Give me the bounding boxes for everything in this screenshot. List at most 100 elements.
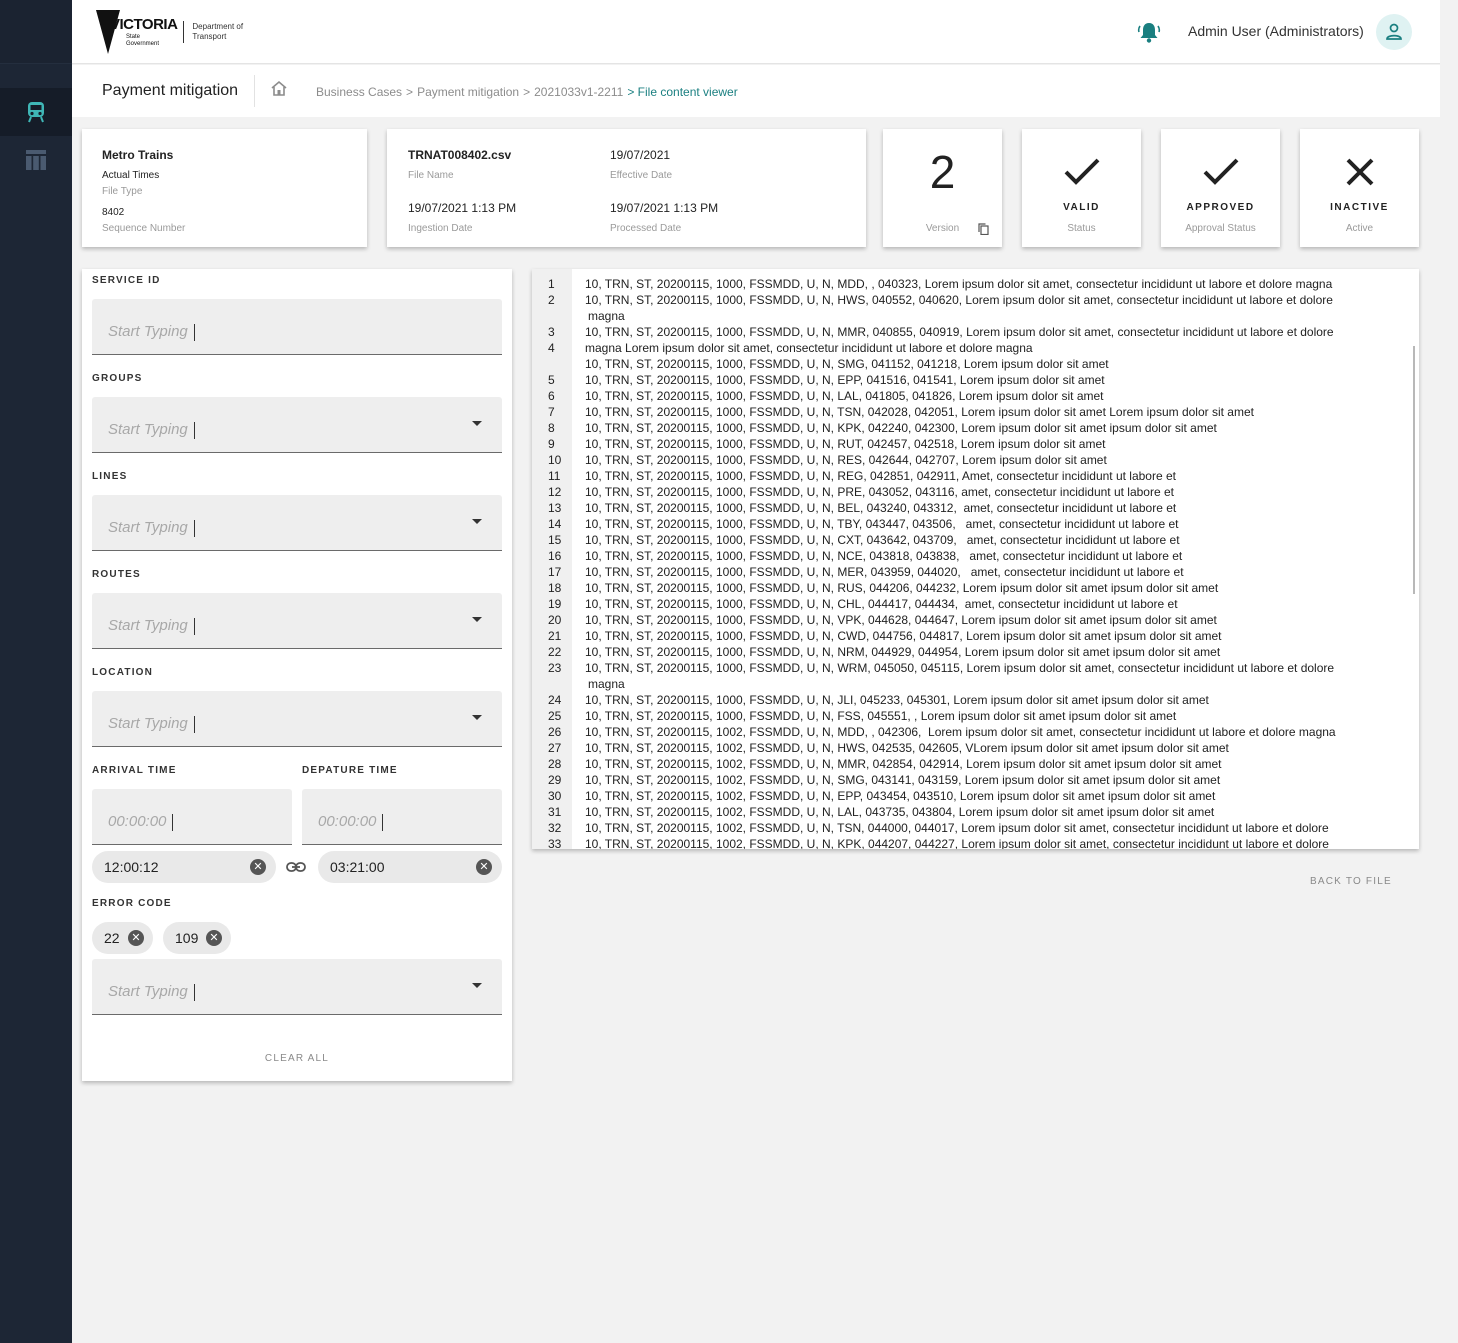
file-line: 7 10, TRN, ST, 20200115, 1000, FSSMDD, U,…	[532, 404, 1412, 420]
close-icon[interactable]: ✕	[250, 859, 266, 875]
back-to-file-button[interactable]: BACK TO FILE	[1310, 876, 1392, 887]
line-number: 16	[548, 549, 562, 563]
line-number	[532, 356, 572, 372]
line-number: 7	[548, 405, 555, 419]
line-number: 33	[548, 837, 562, 849]
line-number: 8	[548, 421, 555, 435]
error-code-select[interactable]: Start Typing	[92, 959, 502, 1015]
arrival-time-chip[interactable]: 12:00:12 ✕	[92, 851, 276, 883]
file-line: 17 10, TRN, ST, 20200115, 1000, FSSMDD, U…	[532, 564, 1412, 580]
arrival-time-label: ARRIVAL TIME	[92, 765, 177, 776]
clear-all-button[interactable]: CLEAR ALL	[82, 1053, 512, 1064]
line-number: 5	[548, 373, 555, 387]
breadcrumb: Business Cases > Payment mitigation > 20…	[316, 85, 738, 99]
check-icon	[1161, 157, 1280, 187]
effective-date-label: Effective Date	[610, 170, 673, 181]
file-type-value: Actual Times	[102, 170, 160, 181]
line-text: 10, TRN, ST, 20200115, 1000, FSSMDD, U, …	[585, 437, 1106, 451]
line-text: magna Lorem ipsum dolor sit amet, consec…	[585, 341, 1033, 355]
departure-time-placeholder: 00:00:00	[318, 813, 384, 831]
arrival-time-input[interactable]: 00:00:00	[92, 789, 292, 845]
file-line: 30 10, TRN, ST, 20200115, 1002, FSSMDD, U…	[532, 788, 1412, 804]
close-icon[interactable]: ✕	[128, 930, 144, 946]
approval-status-card: APPROVED Approval Status	[1161, 129, 1280, 247]
chevron-down-icon[interactable]	[472, 519, 482, 524]
line-text: 10, TRN, ST, 20200115, 1002, FSSMDD, U, …	[585, 741, 1229, 755]
file-line: 31 10, TRN, ST, 20200115, 1002, FSSMDD, U…	[532, 804, 1412, 820]
error-code-chip[interactable]: 22 ✕	[92, 922, 153, 954]
line-number: 21	[548, 629, 562, 643]
line-number: 31	[548, 805, 562, 819]
line-text: 10, TRN, ST, 20200115, 1000, FSSMDD, U, …	[585, 709, 1177, 723]
chevron-down-icon[interactable]	[472, 421, 482, 426]
logo-divider	[183, 21, 185, 43]
error-code-label: ERROR CODE	[92, 898, 172, 909]
table-icon	[26, 150, 46, 170]
departure-time-input[interactable]: 00:00:00	[302, 789, 502, 845]
line-text: 10, TRN, ST, 20200115, 1002, FSSMDD, U, …	[585, 805, 1215, 819]
active-card: INACTIVE Active	[1300, 129, 1419, 247]
close-icon[interactable]: ✕	[476, 859, 492, 875]
victoria-logo[interactable]: VICTORIA State Government Department of …	[96, 10, 244, 54]
file-content-viewer[interactable]: 1 10, TRN, ST, 20200115, 1000, FSSMDD, U,…	[532, 269, 1419, 849]
line-number: 14	[548, 517, 562, 531]
file-line: 10, TRN, ST, 20200115, 1000, FSSMDD, U, …	[532, 356, 1412, 372]
chevron-down-icon[interactable]	[472, 715, 482, 720]
line-number: 24	[548, 693, 562, 707]
line-text: 10, TRN, ST, 20200115, 1000, FSSMDD, U, …	[585, 453, 1107, 467]
status-card: VALID Status	[1022, 129, 1141, 247]
breadcrumb-payment-mitigation[interactable]: Payment mitigation	[417, 85, 519, 99]
routes-select[interactable]: Start Typing	[92, 593, 502, 649]
chevron-down-icon[interactable]	[472, 983, 482, 988]
groups-placeholder: Start Typing	[108, 421, 195, 439]
link-icon[interactable]	[286, 859, 306, 880]
error-code-chip-value: 109	[175, 930, 199, 946]
notification-bell-icon[interactable]	[1136, 20, 1162, 49]
copy-icon[interactable]	[978, 223, 989, 235]
avatar[interactable]	[1376, 14, 1412, 50]
line-text: 10, TRN, ST, 20200115, 1000, FSSMDD, U, …	[585, 597, 1178, 611]
departure-time-chip[interactable]: 03:21:00 ✕	[318, 851, 502, 883]
breadcrumb-separator: >	[406, 85, 414, 99]
sidebar-item-table[interactable]	[0, 136, 72, 184]
routes-label: ROUTES	[92, 569, 141, 580]
service-id-input[interactable]: Start Typing	[92, 299, 502, 355]
line-number: 3	[548, 325, 555, 339]
location-select[interactable]: Start Typing	[92, 691, 502, 747]
line-number: 1	[548, 277, 555, 291]
line-number: 12	[548, 485, 562, 499]
operator-card: Metro Trains Actual Times File Type 8402…	[82, 129, 367, 247]
sidebar-item-trains[interactable]	[0, 88, 72, 136]
processed-date-value: 19/07/2021 1:13 PM	[610, 201, 719, 215]
error-code-chip[interactable]: 109 ✕	[163, 922, 231, 954]
line-number: 4	[548, 341, 555, 355]
breadcrumb-case-id[interactable]: 2021033v1-2211	[534, 85, 623, 99]
line-text: 10, TRN, ST, 20200115, 1000, FSSMDD, U, …	[585, 661, 1338, 691]
user-name[interactable]: Admin User (Administrators)	[1188, 23, 1364, 39]
file-line: 4 magna Lorem ipsum dolor sit amet, conse…	[532, 340, 1412, 356]
routes-placeholder: Start Typing	[108, 617, 195, 635]
line-text: 10, TRN, ST, 20200115, 1000, FSSMDD, U, …	[585, 581, 1219, 595]
close-icon[interactable]: ✕	[206, 930, 222, 946]
home-icon[interactable]	[270, 80, 288, 103]
line-text: 10, TRN, ST, 20200115, 1000, FSSMDD, U, …	[585, 405, 1254, 419]
line-number: 2	[548, 293, 555, 307]
file-line: 12 10, TRN, ST, 20200115, 1000, FSSMDD, U…	[532, 484, 1412, 500]
breadcrumb-business-cases[interactable]: Business Cases	[316, 85, 402, 99]
file-line: 9 10, TRN, ST, 20200115, 1000, FSSMDD, U,…	[532, 436, 1412, 452]
line-number: 10	[548, 453, 562, 467]
location-label: LOCATION	[92, 667, 154, 678]
line-text: 10, TRN, ST, 20200115, 1000, FSSMDD, U, …	[585, 533, 1180, 547]
file-line: 22 10, TRN, ST, 20200115, 1000, FSSMDD, U…	[532, 644, 1412, 660]
train-icon	[28, 102, 44, 123]
scrollbar[interactable]	[1413, 346, 1415, 594]
arrival-time-chip-value: 12:00:12	[104, 859, 159, 875]
approval-status-value: APPROVED	[1186, 202, 1255, 213]
effective-date-value: 19/07/2021	[610, 148, 671, 162]
groups-select[interactable]: Start Typing	[92, 397, 502, 453]
lines-select[interactable]: Start Typing	[92, 495, 502, 551]
sequence-number-value: 8402	[102, 207, 125, 218]
operator-name: Metro Trains	[102, 148, 174, 162]
chevron-down-icon[interactable]	[472, 617, 482, 622]
ingestion-date-label: Ingestion Date	[408, 223, 473, 234]
